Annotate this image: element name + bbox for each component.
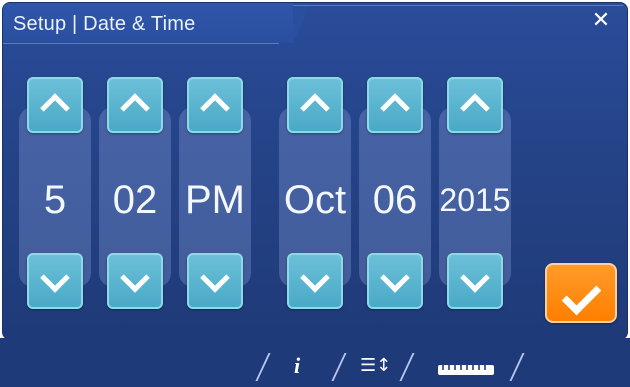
footer-separator xyxy=(399,353,415,381)
chevron-down-icon xyxy=(200,263,230,293)
chevron-up-icon xyxy=(120,93,150,123)
footer-separator xyxy=(509,353,525,381)
hour-down-button[interactable] xyxy=(27,253,83,309)
minute-value: 02 xyxy=(112,178,158,222)
chevron-up-icon xyxy=(380,93,410,123)
day-column: 06 xyxy=(359,77,431,309)
chevron-up-icon xyxy=(460,93,490,123)
device-screen: Setup | Date & Time ✕ 5 02 PM Oct 06 201… xyxy=(0,0,630,387)
chevron-up-icon xyxy=(300,93,330,123)
year-up-button[interactable] xyxy=(447,77,503,133)
month-value: Oct xyxy=(283,178,347,222)
hour-value: 5 xyxy=(43,178,67,222)
confirm-button[interactable] xyxy=(545,263,617,323)
year-column: 2015 xyxy=(439,77,511,309)
page-title: Setup | Date & Time xyxy=(13,13,196,35)
month-column: Oct xyxy=(279,77,351,309)
chevron-down-icon xyxy=(380,263,410,293)
month-up-button[interactable] xyxy=(287,77,343,133)
close-icon: ✕ xyxy=(591,8,611,33)
minute-column: 02 xyxy=(99,77,171,309)
footer-separator xyxy=(255,353,271,381)
close-button[interactable]: ✕ xyxy=(589,9,613,33)
sort-list-icon[interactable]: ☰↕ xyxy=(360,353,391,379)
meridiem-column: PM xyxy=(179,77,251,309)
meridiem-up-button[interactable] xyxy=(187,77,243,133)
footer-bar: i ☰↕ xyxy=(0,338,630,387)
info-icon[interactable]: i xyxy=(294,353,300,379)
checkmark-icon xyxy=(561,275,602,316)
setup-panel: Setup | Date & Time ✕ 5 02 PM Oct 06 201… xyxy=(2,2,628,340)
year-down-button[interactable] xyxy=(447,253,503,309)
chevron-down-icon xyxy=(460,263,490,293)
day-value: 06 xyxy=(372,178,418,222)
chevron-down-icon xyxy=(120,263,150,293)
meridiem-value: PM xyxy=(185,178,245,222)
month-down-button[interactable] xyxy=(287,253,343,309)
meridiem-down-button[interactable] xyxy=(187,253,243,309)
chevron-up-icon xyxy=(200,93,230,123)
ruler-icon[interactable] xyxy=(438,365,494,375)
day-up-button[interactable] xyxy=(367,77,423,133)
title-divider-right xyxy=(293,5,623,6)
day-down-button[interactable] xyxy=(367,253,423,309)
minute-down-button[interactable] xyxy=(107,253,163,309)
minute-up-button[interactable] xyxy=(107,77,163,133)
hour-column: 5 xyxy=(19,77,91,309)
chevron-up-icon xyxy=(40,93,70,123)
year-value: 2015 xyxy=(439,182,511,218)
footer-separator xyxy=(331,353,347,381)
hour-up-button[interactable] xyxy=(27,77,83,133)
title-divider xyxy=(3,43,279,44)
chevron-down-icon xyxy=(300,263,330,293)
chevron-down-icon xyxy=(40,263,70,293)
